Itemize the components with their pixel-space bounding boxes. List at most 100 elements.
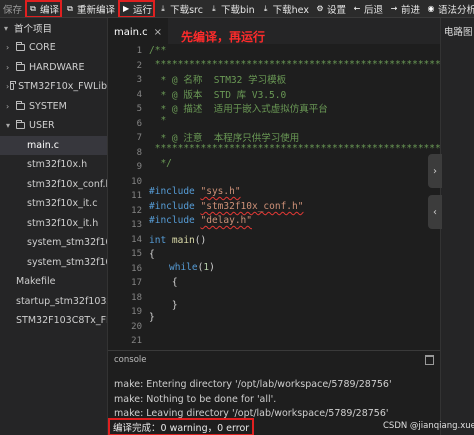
code-keyword: while <box>169 262 198 273</box>
save-button[interactable]: 保存 <box>0 0 25 17</box>
tree-file[interactable]: system_stm32f10x.h <box>0 253 107 273</box>
recompile-label: 重新编译 <box>77 4 116 16</box>
code-line: { <box>149 277 178 288</box>
folder-icon <box>16 61 25 71</box>
tree-label: STM32F103C8Tx_FLASH.ld <box>16 315 107 327</box>
analysis-icon: ◉ <box>427 4 435 13</box>
code-line: } <box>149 300 178 311</box>
annotation-text: 先编译，再运行 <box>181 30 266 44</box>
tree-label: startup_stm32f103xb.s <box>16 295 107 307</box>
chevron-left-icon[interactable]: ‹ <box>428 195 442 229</box>
tree-label: main.c <box>27 139 59 151</box>
syntax-analysis-button[interactable]: ◉ 语法分析 <box>423 0 474 17</box>
tree-file[interactable]: stm32f10x_conf.h <box>0 175 107 195</box>
watermark: CSDN @jianqiang.xue <box>383 421 474 431</box>
tree-label: Makefile <box>16 276 56 288</box>
toolbar: 保存 ⧉ 编译 ⧉ 重新编译 ▶ 运行 ⤓ 下载src ⤓ 下载bin ⤓ 下载hex ⚙ 设… <box>0 0 474 18</box>
compile-button[interactable]: ⧉ 编译 <box>25 0 63 17</box>
recompile-button[interactable]: ⧉ 重新编译 <box>62 0 118 17</box>
tree-file[interactable]: stm32f10x_it.h <box>0 214 107 234</box>
folder-icon <box>16 120 25 130</box>
save-label: 保存 <box>3 4 23 16</box>
tree-label: stm32f10x_conf.h <box>27 178 107 190</box>
project-root[interactable]: ▾ 首个项目 <box>0 18 107 38</box>
line-number: 21 <box>131 336 142 346</box>
code-line: ****************************************… <box>154 143 440 154</box>
forward-button[interactable]: → 前进 <box>386 0 423 17</box>
tree-label: STM32F10x_FWLib <box>18 81 107 93</box>
code-line: * @ 名称 STM32 学习模板 <box>149 75 287 86</box>
play-icon: ▶ <box>122 4 130 13</box>
code-punct: ) <box>209 262 215 273</box>
code-keyword: #include <box>149 186 195 197</box>
code-function: main <box>166 235 195 246</box>
editor-tab-bar: main.c × <box>108 18 440 44</box>
code-line: * @ 描述 适用于嵌入式虚拟仿真平台 <box>149 104 328 115</box>
code-line: * <box>149 115 167 126</box>
line-number: 8 <box>136 147 142 158</box>
line-number: 14 <box>131 234 142 245</box>
line-number: 11 <box>131 191 142 201</box>
arrow-right-icon: → <box>390 4 398 13</box>
tree-folder-hardware[interactable]: › HARDWARE <box>0 58 107 78</box>
line-number: 20 <box>131 321 142 332</box>
tree-label: SYSTEM <box>29 100 67 112</box>
tree-folder-system[interactable]: › SYSTEM <box>0 97 107 117</box>
download-bin-label: 下载bin <box>220 4 255 16</box>
code-line: * @ 注意 本程序只供学习使用 <box>149 133 300 144</box>
tree-file[interactable]: stm32f10x.h <box>0 155 107 175</box>
compile-icon: ⧉ <box>30 3 36 13</box>
tree-folder-core[interactable]: › CORE <box>0 38 107 58</box>
download-icon: ⤓ <box>263 3 268 13</box>
line-number: 12 <box>131 205 142 216</box>
chevron-right-icon[interactable]: › <box>428 154 442 188</box>
tree-file[interactable]: system_stm32f10x.c <box>0 233 107 253</box>
code-line: * @ 版本 STD 库 V3.5.0 <box>149 90 287 101</box>
tree-label: system_stm32f10x.c <box>27 237 107 249</box>
code-line: { <box>149 249 155 260</box>
code-line-include: #include "stm32f10x_conf.h" <box>149 201 303 212</box>
back-label: 后退 <box>363 4 383 16</box>
code-string: "delay.h" <box>200 215 252 226</box>
download-src-label: 下载src <box>170 4 203 16</box>
compile-result-line: 编译完成：0 warning，0 error <box>107 418 255 435</box>
circuit-panel: 电路图 <box>440 18 474 435</box>
tree-file-makefile[interactable]: Makefile <box>0 272 107 292</box>
line-number: 17 <box>131 278 142 288</box>
code-editor[interactable]: 1 2 3 4 5 6 7 8 9 10 11 12 13 14 15 16 1… <box>108 44 440 350</box>
tree-label: system_stm32f10x.h <box>27 256 107 268</box>
line-number: 16 <box>131 263 142 274</box>
chevron-right-icon: › <box>6 101 10 111</box>
settings-button[interactable]: ⚙ 设置 <box>312 0 349 17</box>
line-number: 13 <box>131 220 142 230</box>
line-number-gutter: 1 2 3 4 5 6 7 8 9 10 11 12 13 14 15 16 1… <box>108 44 142 350</box>
back-button[interactable]: ← 后退 <box>349 0 386 17</box>
tree-file[interactable]: stm32f10x_it.c <box>0 194 107 214</box>
download-hex-button[interactable]: ⤓ 下载hex <box>258 0 312 17</box>
tree-file-main-c[interactable]: main.c <box>0 135 107 155</box>
line-number: 4 <box>136 89 142 100</box>
download-src-button[interactable]: ⤓ 下载src <box>155 0 206 17</box>
syntax-label: 语法分析 <box>438 4 474 16</box>
line-number: 9 <box>136 162 142 172</box>
close-icon[interactable]: × <box>154 27 162 38</box>
code-line: /** <box>149 45 167 56</box>
code-line-include: #include "sys.h" <box>149 186 241 197</box>
tree-file-linker[interactable]: STM32F103C8Tx_FLASH.ld <box>0 311 107 331</box>
console-line: make: Nothing to be done for 'all'. <box>114 394 277 405</box>
arrow-left-icon: ← <box>353 4 361 13</box>
trash-icon[interactable] <box>425 355 434 365</box>
run-button[interactable]: ▶ 运行 <box>118 0 156 17</box>
run-label: 运行 <box>133 4 153 16</box>
code-keyword: int <box>149 235 167 246</box>
tree-folder-fwlib[interactable]: › STM32F10x_FWLib <box>0 77 107 97</box>
tree-file-startup[interactable]: startup_stm32f103xb.s <box>0 292 107 312</box>
download-bin-button[interactable]: ⤓ 下载bin <box>206 0 258 17</box>
tree-folder-user[interactable]: ▾ USER <box>0 116 107 136</box>
gear-icon: ⚙ <box>316 4 324 13</box>
console-title: console <box>114 355 147 365</box>
tab-main-c[interactable]: main.c × <box>108 18 169 44</box>
code-line-main: int main() <box>149 235 206 246</box>
code-keyword: #include <box>149 215 195 226</box>
chevron-down-icon: ▾ <box>4 23 9 33</box>
